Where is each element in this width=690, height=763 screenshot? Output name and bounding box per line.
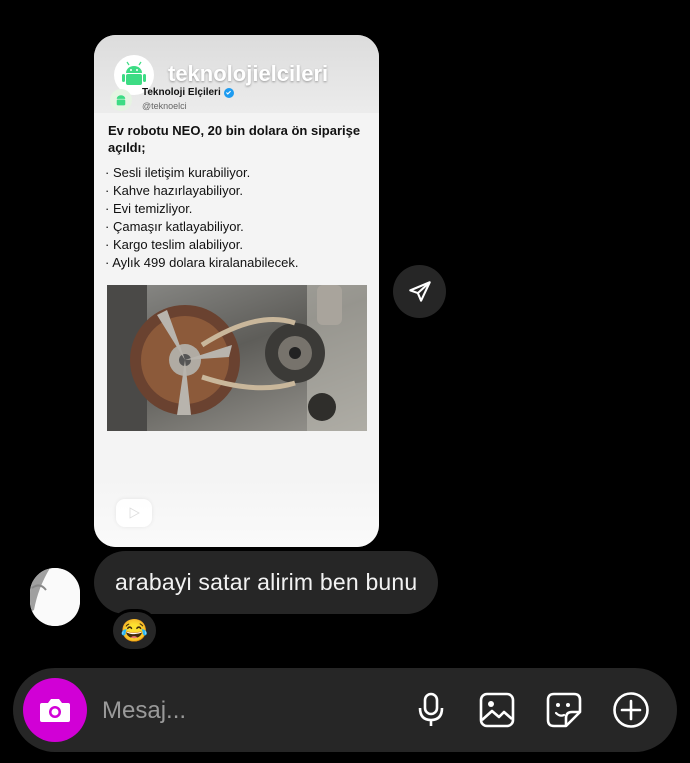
robot-mechanism-photo [107, 285, 367, 431]
add-button[interactable] [609, 688, 653, 732]
share-button[interactable] [393, 265, 446, 318]
reel-play-icon[interactable] [116, 499, 152, 527]
sticker-icon [546, 692, 582, 728]
microphone-button[interactable] [409, 688, 453, 732]
camera-button[interactable] [23, 678, 87, 742]
tweet-handle: @teknoelci [142, 101, 187, 111]
bullet-item: Çamaşır katlayabiliyor. [105, 218, 298, 236]
reel-account-name[interactable]: teknolojielcileri [168, 61, 328, 87]
image-icon [479, 692, 515, 728]
tweet-avatar [110, 89, 132, 111]
sender-avatar[interactable] [30, 568, 80, 626]
verified-badge-icon [223, 87, 234, 98]
message-bubble[interactable]: arabayi satar alirim ben bunu [94, 551, 439, 614]
plus-circle-icon [613, 692, 649, 728]
bullet-item: Aylık 499 dolara kiralanabilecek. [105, 254, 298, 272]
android-logo-icon [116, 95, 126, 106]
bullet-item: Kahve hazırlayabiliyor. [105, 182, 298, 200]
tweet-bullet-list: Sesli iletişim kurabiliyor. Kahve hazırl… [105, 164, 298, 272]
shared-reel-card[interactable]: teknolojielcileri Teknoloji Elçileri @te… [94, 35, 379, 547]
microphone-icon [418, 692, 444, 726]
bullet-item: Evi temizliyor. [105, 200, 298, 218]
tweet-display-name-text: Teknoloji Elçileri [142, 87, 221, 98]
tweet-headline: Ev robotu NEO, 20 bin dolara ön siparişe… [108, 123, 361, 155]
bullet-item: Sesli iletişim kurabiliyor. [105, 164, 298, 182]
camera-icon [40, 699, 70, 722]
gallery-button[interactable] [475, 688, 519, 732]
send-icon [408, 280, 431, 302]
android-logo-icon [122, 61, 146, 85]
message-composer [13, 668, 677, 752]
sticker-button[interactable] [542, 688, 586, 732]
tweet-display-name: Teknoloji Elçileri [142, 87, 234, 98]
laughing-emoji-icon: 😂 [120, 617, 149, 643]
message-text: arabayi satar alirim ben bunu [115, 569, 418, 595]
message-input[interactable] [100, 690, 384, 732]
reaction-pill: 😂 [113, 612, 156, 649]
message-reaction[interactable]: 😂 [110, 609, 159, 652]
bullet-item: Kargo teslim alabiliyor. [105, 236, 298, 254]
